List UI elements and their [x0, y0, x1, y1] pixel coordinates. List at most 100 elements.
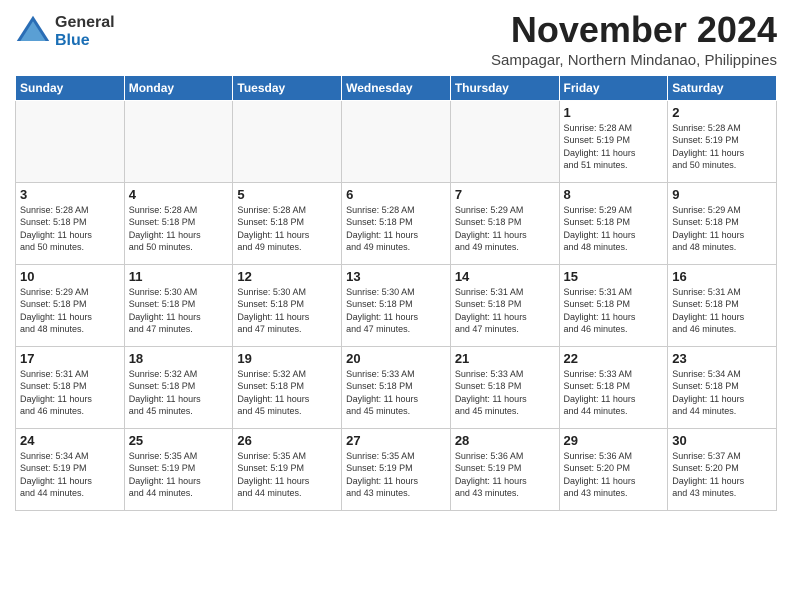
- day-number: 17: [20, 351, 120, 366]
- day-number: 3: [20, 187, 120, 202]
- calendar-table: SundayMondayTuesdayWednesdayThursdayFrid…: [15, 75, 777, 511]
- calendar-cell: 10Sunrise: 5:29 AM Sunset: 5:18 PM Dayli…: [16, 264, 125, 346]
- page-header: General Blue November 2024 Sampagar, Nor…: [15, 10, 777, 69]
- calendar-week-row: 24 Sunrise: 5:34 AM Sunset: 5:19 PM Dayli…: [16, 428, 777, 510]
- day-number: 20: [346, 351, 446, 366]
- calendar-cell: 24 Sunrise: 5:34 AM Sunset: 5:19 PM Dayli…: [16, 428, 125, 510]
- calendar-cell: 19Sunrise: 5:32 AM Sunset: 5:18 PM Dayli…: [233, 346, 342, 428]
- weekday-header-saturday: Saturday: [668, 75, 777, 100]
- day-number: 12: [237, 269, 337, 284]
- calendar-cell: [16, 100, 125, 182]
- day-number: 28: [455, 433, 555, 448]
- day-info: Sunrise: 5:32 AM Sunset: 5:18 PM Dayligh…: [129, 368, 229, 418]
- calendar-cell: 14Sunrise: 5:31 AM Sunset: 5:18 PM Dayli…: [450, 264, 559, 346]
- day-number: 19: [237, 351, 337, 366]
- calendar-cell: 20Sunrise: 5:33 AM Sunset: 5:18 PM Dayli…: [342, 346, 451, 428]
- day-number: 21: [455, 351, 555, 366]
- location-subtitle: Sampagar, Northern Mindanao, Philippines: [491, 52, 777, 69]
- day-number: 29: [564, 433, 664, 448]
- calendar-cell: 18Sunrise: 5:32 AM Sunset: 5:18 PM Dayli…: [124, 346, 233, 428]
- calendar-cell: [450, 100, 559, 182]
- logo-icon: [15, 14, 51, 50]
- day-number: 22: [564, 351, 664, 366]
- day-number: 2: [672, 105, 772, 120]
- day-number: 15: [564, 269, 664, 284]
- logo: General Blue: [15, 14, 115, 50]
- day-info: Sunrise: 5:30 AM Sunset: 5:18 PM Dayligh…: [346, 286, 446, 336]
- calendar-cell: 28 Sunrise: 5:36 AM Sunset: 5:19 PM Dayli…: [450, 428, 559, 510]
- calendar-cell: 30Sunrise: 5:37 AM Sunset: 5:20 PM Dayli…: [668, 428, 777, 510]
- calendar-cell: 9 Sunrise: 5:29 AM Sunset: 5:18 PM Daylig…: [668, 182, 777, 264]
- day-number: 10: [20, 269, 120, 284]
- month-year-title: November 2024: [491, 10, 777, 50]
- day-number: 13: [346, 269, 446, 284]
- day-number: 27: [346, 433, 446, 448]
- day-info: Sunrise: 5:28 AM Sunset: 5:19 PM Dayligh…: [564, 122, 664, 172]
- calendar-cell: 15 Sunrise: 5:31 AM Sunset: 5:18 PM Dayli…: [559, 264, 668, 346]
- day-info: Sunrise: 5:35 AM Sunset: 5:19 PM Dayligh…: [346, 450, 446, 500]
- day-number: 30: [672, 433, 772, 448]
- calendar-cell: 3 Sunrise: 5:28 AM Sunset: 5:18 PM Daylig…: [16, 182, 125, 264]
- calendar-cell: 23Sunrise: 5:34 AM Sunset: 5:18 PM Dayli…: [668, 346, 777, 428]
- logo-text: General Blue: [55, 14, 115, 49]
- day-info: Sunrise: 5:28 AM Sunset: 5:18 PM Dayligh…: [129, 204, 229, 254]
- day-number: 1: [564, 105, 664, 120]
- day-info: Sunrise: 5:30 AM Sunset: 5:18 PM Dayligh…: [237, 286, 337, 336]
- calendar-week-row: 17 Sunrise: 5:31 AM Sunset: 5:18 PM Dayli…: [16, 346, 777, 428]
- calendar-cell: 26Sunrise: 5:35 AM Sunset: 5:19 PM Dayli…: [233, 428, 342, 510]
- weekday-header-sunday: Sunday: [16, 75, 125, 100]
- day-number: 11: [129, 269, 229, 284]
- day-number: 14: [455, 269, 555, 284]
- calendar-cell: 1 Sunrise: 5:28 AM Sunset: 5:19 PM Daylig…: [559, 100, 668, 182]
- day-number: 25: [129, 433, 229, 448]
- calendar-cell: [342, 100, 451, 182]
- calendar-cell: 27 Sunrise: 5:35 AM Sunset: 5:19 PM Dayli…: [342, 428, 451, 510]
- day-info: Sunrise: 5:30 AM Sunset: 5:18 PM Dayligh…: [129, 286, 229, 336]
- day-info: Sunrise: 5:35 AM Sunset: 5:19 PM Dayligh…: [237, 450, 337, 500]
- calendar-week-row: 1 Sunrise: 5:28 AM Sunset: 5:19 PM Daylig…: [16, 100, 777, 182]
- day-number: 24: [20, 433, 120, 448]
- day-info: Sunrise: 5:36 AM Sunset: 5:20 PM Dayligh…: [564, 450, 664, 500]
- calendar-week-row: 10Sunrise: 5:29 AM Sunset: 5:18 PM Dayli…: [16, 264, 777, 346]
- calendar-cell: [124, 100, 233, 182]
- logo-general: General: [55, 14, 115, 32]
- calendar-cell: [233, 100, 342, 182]
- calendar-cell: 2 Sunrise: 5:28 AM Sunset: 5:19 PM Daylig…: [668, 100, 777, 182]
- day-info: Sunrise: 5:31 AM Sunset: 5:18 PM Dayligh…: [564, 286, 664, 336]
- day-info: Sunrise: 5:31 AM Sunset: 5:18 PM Dayligh…: [672, 286, 772, 336]
- day-info: Sunrise: 5:29 AM Sunset: 5:18 PM Dayligh…: [564, 204, 664, 254]
- calendar-cell: 11 Sunrise: 5:30 AM Sunset: 5:18 PM Dayli…: [124, 264, 233, 346]
- weekday-header-thursday: Thursday: [450, 75, 559, 100]
- day-number: 5: [237, 187, 337, 202]
- weekday-header-monday: Monday: [124, 75, 233, 100]
- calendar-cell: 16Sunrise: 5:31 AM Sunset: 5:18 PM Dayli…: [668, 264, 777, 346]
- calendar-cell: 4Sunrise: 5:28 AM Sunset: 5:18 PM Daylig…: [124, 182, 233, 264]
- day-number: 23: [672, 351, 772, 366]
- weekday-header-tuesday: Tuesday: [233, 75, 342, 100]
- day-info: Sunrise: 5:28 AM Sunset: 5:19 PM Dayligh…: [672, 122, 772, 172]
- calendar-cell: 6Sunrise: 5:28 AM Sunset: 5:18 PM Daylig…: [342, 182, 451, 264]
- day-number: 7: [455, 187, 555, 202]
- day-info: Sunrise: 5:35 AM Sunset: 5:19 PM Dayligh…: [129, 450, 229, 500]
- logo-blue: Blue: [55, 32, 115, 50]
- title-section: November 2024 Sampagar, Northern Mindana…: [491, 10, 777, 69]
- calendar-cell: 29 Sunrise: 5:36 AM Sunset: 5:20 PM Dayli…: [559, 428, 668, 510]
- calendar-week-row: 3 Sunrise: 5:28 AM Sunset: 5:18 PM Daylig…: [16, 182, 777, 264]
- calendar-cell: 22 Sunrise: 5:33 AM Sunset: 5:18 PM Dayli…: [559, 346, 668, 428]
- day-info: Sunrise: 5:33 AM Sunset: 5:18 PM Dayligh…: [455, 368, 555, 418]
- day-number: 9: [672, 187, 772, 202]
- day-info: Sunrise: 5:34 AM Sunset: 5:19 PM Dayligh…: [20, 450, 120, 500]
- day-info: Sunrise: 5:29 AM Sunset: 5:18 PM Dayligh…: [672, 204, 772, 254]
- day-number: 6: [346, 187, 446, 202]
- calendar-cell: 5 Sunrise: 5:28 AM Sunset: 5:18 PM Daylig…: [233, 182, 342, 264]
- calendar-cell: 8Sunrise: 5:29 AM Sunset: 5:18 PM Daylig…: [559, 182, 668, 264]
- calendar-cell: 25 Sunrise: 5:35 AM Sunset: 5:19 PM Dayli…: [124, 428, 233, 510]
- day-info: Sunrise: 5:31 AM Sunset: 5:18 PM Dayligh…: [20, 368, 120, 418]
- day-info: Sunrise: 5:36 AM Sunset: 5:19 PM Dayligh…: [455, 450, 555, 500]
- day-info: Sunrise: 5:33 AM Sunset: 5:18 PM Dayligh…: [564, 368, 664, 418]
- day-info: Sunrise: 5:28 AM Sunset: 5:18 PM Dayligh…: [237, 204, 337, 254]
- calendar-cell: 13 Sunrise: 5:30 AM Sunset: 5:18 PM Dayli…: [342, 264, 451, 346]
- calendar-cell: 7Sunrise: 5:29 AM Sunset: 5:18 PM Daylig…: [450, 182, 559, 264]
- calendar-cell: 12 Sunrise: 5:30 AM Sunset: 5:18 PM Dayli…: [233, 264, 342, 346]
- day-info: Sunrise: 5:28 AM Sunset: 5:18 PM Dayligh…: [20, 204, 120, 254]
